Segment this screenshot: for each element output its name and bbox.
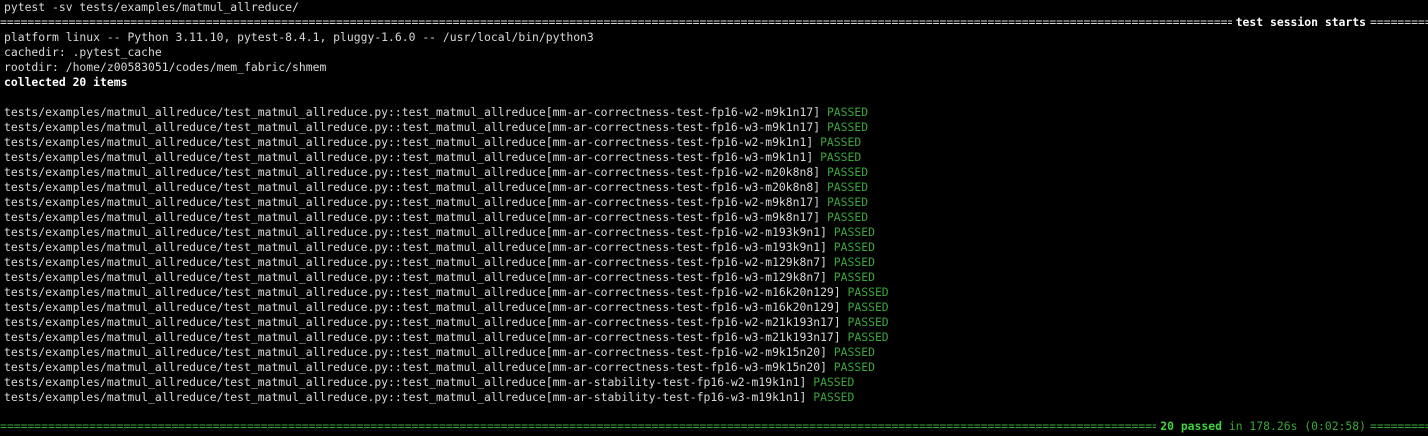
terminal-window[interactable]: pytest -sv tests/examples/matmul_allredu… [0,0,1428,436]
test-status: PASSED [826,105,869,119]
test-status: PASSED [826,165,869,179]
summary-fill-left [0,419,1156,434]
test-name: tests/examples/matmul_allreduce/test_mat… [4,240,827,254]
test-name: tests/examples/matmul_allreduce/test_mat… [4,300,841,314]
platform-line: platform linux -- Python 3.11.10, pytest… [4,30,594,44]
test-name: tests/examples/matmul_allreduce/test_mat… [4,180,821,194]
summary-separator: 20 passed in 178.26s (0:02:58) [0,419,1428,434]
test-result-row: tests/examples/matmul_allreduce/test_mat… [0,195,1428,210]
test-result-row: tests/examples/matmul_allreduce/test_mat… [0,225,1428,240]
collected-line: collected 20 items [4,75,128,89]
test-status: PASSED [847,285,889,299]
test-status: PASSED [833,255,875,269]
test-result-row: tests/examples/matmul_allreduce/test_mat… [0,210,1428,225]
test-name: tests/examples/matmul_allreduce/test_mat… [4,390,807,404]
test-result-row: tests/examples/matmul_allreduce/test_mat… [0,285,1428,300]
test-name: tests/examples/matmul_allreduce/test_mat… [4,225,827,239]
test-result-row: tests/examples/matmul_allreduce/test_mat… [0,135,1428,150]
test-name: tests/examples/matmul_allreduce/test_mat… [4,345,827,359]
test-result-row: tests/examples/matmul_allreduce/test_mat… [0,150,1428,165]
test-name: tests/examples/matmul_allreduce/test_mat… [4,255,827,269]
test-name: tests/examples/matmul_allreduce/test_mat… [4,195,821,209]
test-name: tests/examples/matmul_allreduce/test_mat… [4,330,841,344]
test-name: tests/examples/matmul_allreduce/test_mat… [4,360,827,374]
test-name: tests/examples/matmul_allreduce/test_mat… [4,375,807,389]
test-name: tests/examples/matmul_allreduce/test_mat… [4,270,827,284]
test-name: tests/examples/matmul_allreduce/test_mat… [4,165,821,179]
test-status: PASSED [833,225,875,239]
test-name: tests/examples/matmul_allreduce/test_mat… [4,105,821,119]
cachedir-line: cachedir: .pytest_cache [4,45,162,59]
command-line: pytest -sv tests/examples/matmul_allredu… [4,0,299,14]
test-result-row: tests/examples/matmul_allreduce/test_mat… [0,240,1428,255]
test-name: tests/examples/matmul_allreduce/test_mat… [4,315,841,329]
duration-text: in 178.26s (0:02:58) [1228,419,1366,433]
test-status: PASSED [847,315,889,329]
test-status: PASSED [833,360,875,374]
test-name: tests/examples/matmul_allreduce/test_mat… [4,285,841,299]
test-name: tests/examples/matmul_allreduce/test_mat… [4,150,814,164]
test-result-row: tests/examples/matmul_allreduce/test_mat… [0,360,1428,375]
test-status: PASSED [826,210,869,224]
test-name: tests/examples/matmul_allreduce/test_mat… [4,120,821,134]
test-result-row: tests/examples/matmul_allreduce/test_mat… [0,180,1428,195]
test-status: PASSED [820,135,862,149]
test-result-row: tests/examples/matmul_allreduce/test_mat… [0,300,1428,315]
test-result-row: tests/examples/matmul_allreduce/test_mat… [0,330,1428,345]
rootdir-line: rootdir: /home/z00583051/codes/mem_fabri… [4,60,327,74]
separator-fill-left [0,15,1232,30]
test-status: PASSED [833,270,875,284]
test-result-row: tests/examples/matmul_allreduce/test_mat… [0,105,1428,120]
summary-fill-right [1370,419,1428,434]
test-status: PASSED [826,180,869,194]
test-result-row: tests/examples/matmul_allreduce/test_mat… [0,270,1428,285]
test-result-row: tests/examples/matmul_allreduce/test_mat… [0,345,1428,360]
test-result-row: tests/examples/matmul_allreduce/test_mat… [0,120,1428,135]
test-name: tests/examples/matmul_allreduce/test_mat… [4,210,821,224]
test-status: PASSED [826,195,869,209]
test-results-list: tests/examples/matmul_allreduce/test_mat… [0,105,1428,405]
test-status: PASSED [813,390,855,404]
passed-count: 20 passed [1160,419,1222,433]
test-result-row: tests/examples/matmul_allreduce/test_mat… [0,255,1428,270]
test-name: tests/examples/matmul_allreduce/test_mat… [4,135,814,149]
test-result-row: tests/examples/matmul_allreduce/test_mat… [0,375,1428,390]
test-result-row: tests/examples/matmul_allreduce/test_mat… [0,390,1428,405]
test-status: PASSED [826,120,869,134]
test-status: PASSED [833,345,875,359]
test-status: PASSED [813,375,855,389]
test-status: PASSED [847,300,889,314]
separator-fill-right [1370,15,1428,30]
test-result-row: tests/examples/matmul_allreduce/test_mat… [0,165,1428,180]
test-status: PASSED [847,330,889,344]
summary-text: 20 passed in 178.26s (0:02:58) [1156,419,1370,434]
test-status: PASSED [820,150,862,164]
test-status: PASSED [833,240,875,254]
session-start-separator: test session starts [0,15,1428,30]
session-title: test session starts [1235,15,1366,29]
test-result-row: tests/examples/matmul_allreduce/test_mat… [0,315,1428,330]
